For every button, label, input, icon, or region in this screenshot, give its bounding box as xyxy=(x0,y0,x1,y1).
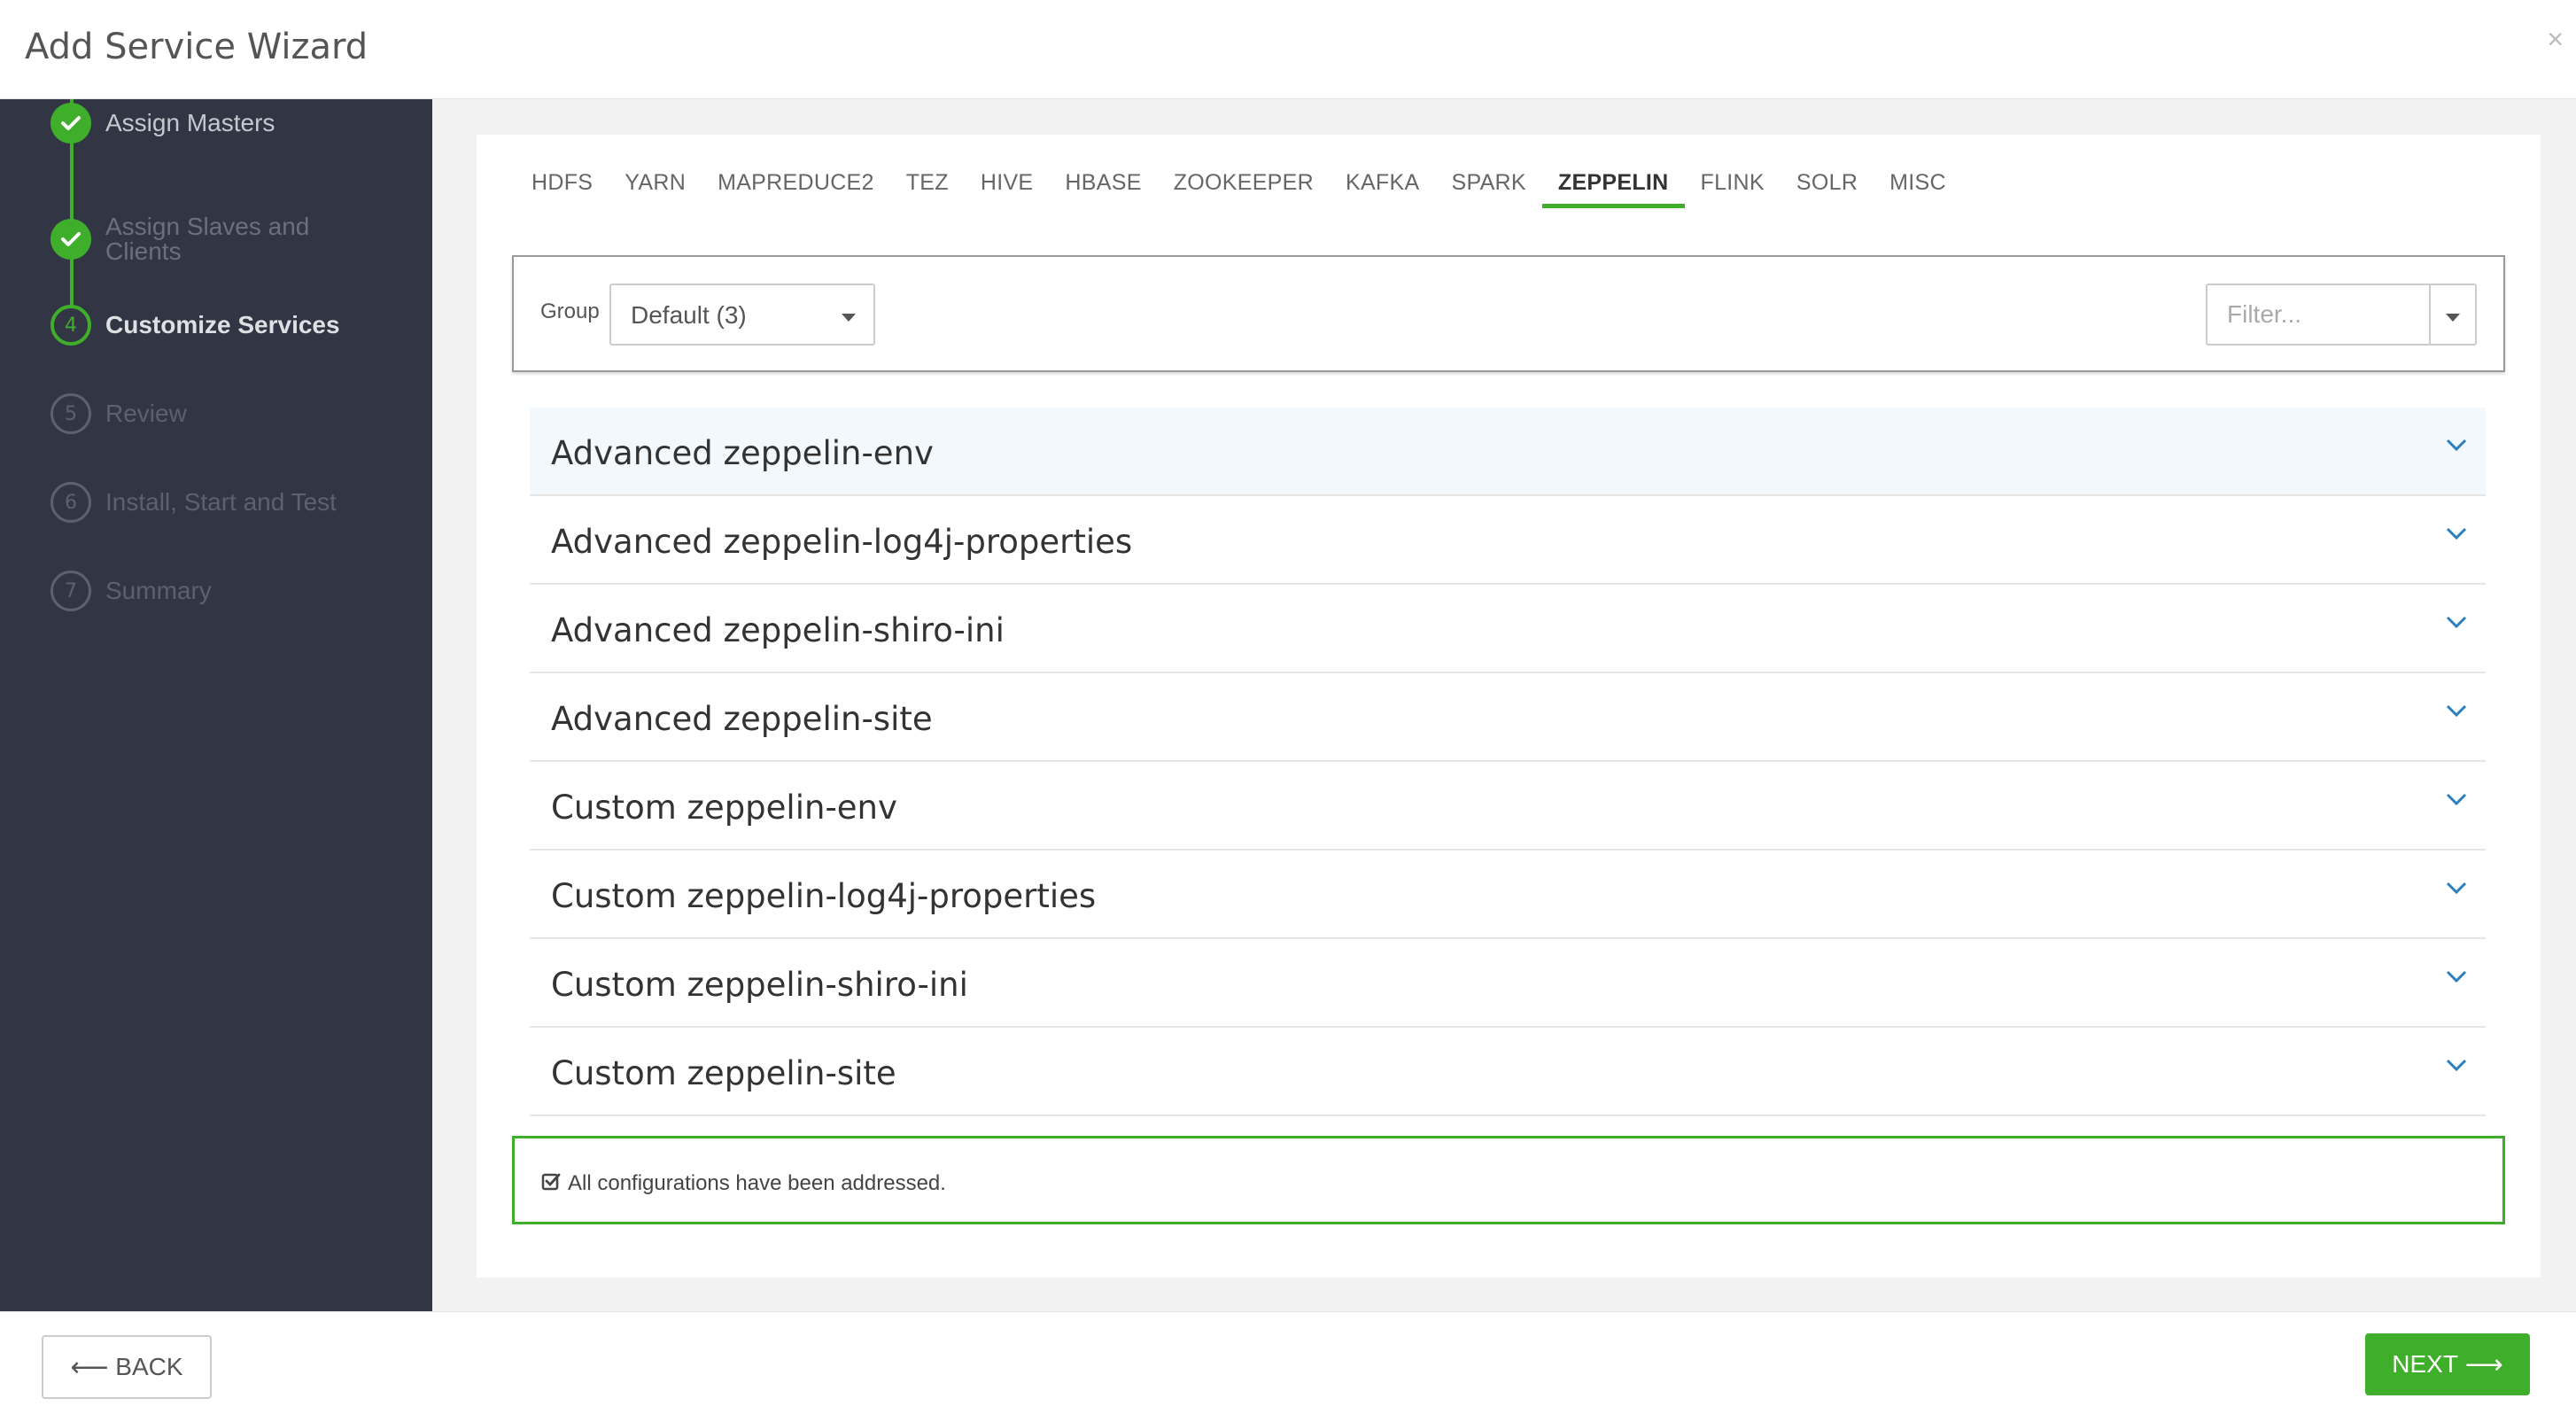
arrow-left-icon: ⟵ xyxy=(70,1351,109,1383)
check-square-icon xyxy=(541,1173,561,1191)
check-icon xyxy=(50,103,91,144)
tab-hbase[interactable]: HBASE xyxy=(1049,170,1157,206)
chevron-down-icon xyxy=(2446,704,2467,718)
close-icon[interactable]: × xyxy=(2547,23,2564,56)
step-label: Customize Services xyxy=(105,311,340,338)
step-summary: 7 Summary xyxy=(50,571,371,611)
section-title: Advanced zeppelin-site xyxy=(551,700,933,738)
config-sections: Advanced zeppelin-env Advanced zeppelin-… xyxy=(530,408,2486,1116)
step-install-start-test: 6 Install, Start and Test xyxy=(50,482,371,523)
arrow-right-icon: ⟶ xyxy=(2464,1348,2503,1380)
tab-tez[interactable]: TEZ xyxy=(890,170,965,206)
chevron-down-icon xyxy=(2446,793,2467,806)
step-assign-slaves[interactable]: Assign Slaves and Clients xyxy=(50,214,371,264)
config-group-filter-bar: Group Default (3) xyxy=(512,255,2505,372)
step-number: 6 xyxy=(50,482,91,523)
tab-spark[interactable]: SPARK xyxy=(1435,170,1541,206)
section-advanced-zeppelin-site[interactable]: Advanced zeppelin-site xyxy=(530,673,2486,762)
section-advanced-zeppelin-env[interactable]: Advanced zeppelin-env xyxy=(530,408,2486,496)
section-title: Advanced zeppelin-env xyxy=(551,434,934,472)
step-review: 5 Review xyxy=(50,393,371,434)
tab-solr[interactable]: SOLR xyxy=(1781,170,1874,206)
chevron-down-icon xyxy=(2446,970,2467,983)
section-custom-zeppelin-shiro-ini[interactable]: Custom zeppelin-shiro-ini xyxy=(530,939,2486,1028)
step-number: 5 xyxy=(50,393,91,434)
section-title: Advanced zeppelin-shiro-ini xyxy=(551,611,1005,649)
next-button[interactable]: NEXT ⟶ xyxy=(2365,1333,2530,1395)
tab-hive[interactable]: HIVE xyxy=(965,170,1050,206)
filter-dropdown-button[interactable] xyxy=(2429,284,2477,346)
tab-misc[interactable]: MISC xyxy=(1874,170,1962,206)
tab-mapreduce2[interactable]: MAPREDUCE2 xyxy=(702,170,890,206)
chevron-down-icon xyxy=(2446,882,2467,895)
step-label: Assign Masters xyxy=(105,109,275,136)
section-custom-zeppelin-site[interactable]: Custom zeppelin-site xyxy=(530,1028,2486,1116)
back-button-label: BACK xyxy=(115,1353,183,1380)
step-number: 7 xyxy=(50,571,91,611)
step-label: Summary xyxy=(105,577,212,604)
section-title: Advanced zeppelin-log4j-properties xyxy=(551,523,1133,561)
config-card: HDFS YARN MAPREDUCE2 TEZ HIVE HBASE ZOOK… xyxy=(477,135,2541,1278)
caret-down-icon xyxy=(842,314,856,322)
group-selected-value: Default (3) xyxy=(631,301,747,329)
chevron-down-icon xyxy=(2446,616,2467,629)
section-title: Custom zeppelin-shiro-ini xyxy=(551,966,968,1004)
chevron-down-icon xyxy=(2446,527,2467,540)
main-content: HDFS YARN MAPREDUCE2 TEZ HIVE HBASE ZOOK… xyxy=(432,99,2576,1311)
step-assign-masters[interactable]: Assign Masters xyxy=(50,103,371,144)
tab-zookeeper[interactable]: ZOOKEEPER xyxy=(1158,170,1330,206)
section-title: Custom zeppelin-log4j-properties xyxy=(551,877,1097,915)
back-button[interactable]: ⟵ BACK xyxy=(42,1335,212,1399)
group-label: Group xyxy=(540,299,600,323)
step-label: Assign Slaves and Clients xyxy=(105,213,310,265)
wizard-title: Add Service Wizard xyxy=(25,27,369,67)
caret-down-icon xyxy=(2446,314,2460,322)
section-title: Custom zeppelin-site xyxy=(551,1054,896,1092)
chevron-down-icon xyxy=(2446,1059,2467,1072)
service-tabs: HDFS YARN MAPREDUCE2 TEZ HIVE HBASE ZOOK… xyxy=(516,170,1962,208)
chevron-down-icon xyxy=(2446,439,2467,452)
wizard-steps-sidebar: Assign Masters Assign Slaves and Clients… xyxy=(0,99,432,1311)
section-advanced-zeppelin-log4j-properties[interactable]: Advanced zeppelin-log4j-properties xyxy=(530,496,2486,585)
validation-alert: All configurations have been addressed. xyxy=(512,1136,2505,1224)
check-icon xyxy=(50,219,91,260)
tab-yarn[interactable]: YARN xyxy=(609,170,702,206)
section-title: Custom zeppelin-env xyxy=(551,789,897,827)
step-customize-services[interactable]: 4 Customize Services xyxy=(50,305,371,346)
step-label: Review xyxy=(105,400,187,427)
section-advanced-zeppelin-shiro-ini[interactable]: Advanced zeppelin-shiro-ini xyxy=(530,585,2486,673)
tab-zeppelin[interactable]: ZEPPELIN xyxy=(1541,170,1685,208)
next-button-label: NEXT xyxy=(2392,1350,2458,1378)
section-custom-zeppelin-log4j-properties[interactable]: Custom zeppelin-log4j-properties xyxy=(530,851,2486,939)
step-label: Install, Start and Test xyxy=(105,488,337,516)
step-number: 4 xyxy=(50,305,91,346)
filter-input[interactable] xyxy=(2206,284,2429,346)
group-dropdown[interactable]: Default (3) xyxy=(609,284,875,346)
section-custom-zeppelin-env[interactable]: Custom zeppelin-env xyxy=(530,762,2486,851)
tab-kafka[interactable]: KAFKA xyxy=(1330,170,1435,206)
tab-flink[interactable]: FLINK xyxy=(1685,170,1781,206)
tab-hdfs[interactable]: HDFS xyxy=(516,170,609,206)
wizard-footer: ⟵ BACK NEXT ⟶ xyxy=(0,1311,2576,1414)
wizard-header: Add Service Wizard × xyxy=(0,0,2576,99)
alert-message: All configurations have been addressed. xyxy=(568,1171,946,1195)
